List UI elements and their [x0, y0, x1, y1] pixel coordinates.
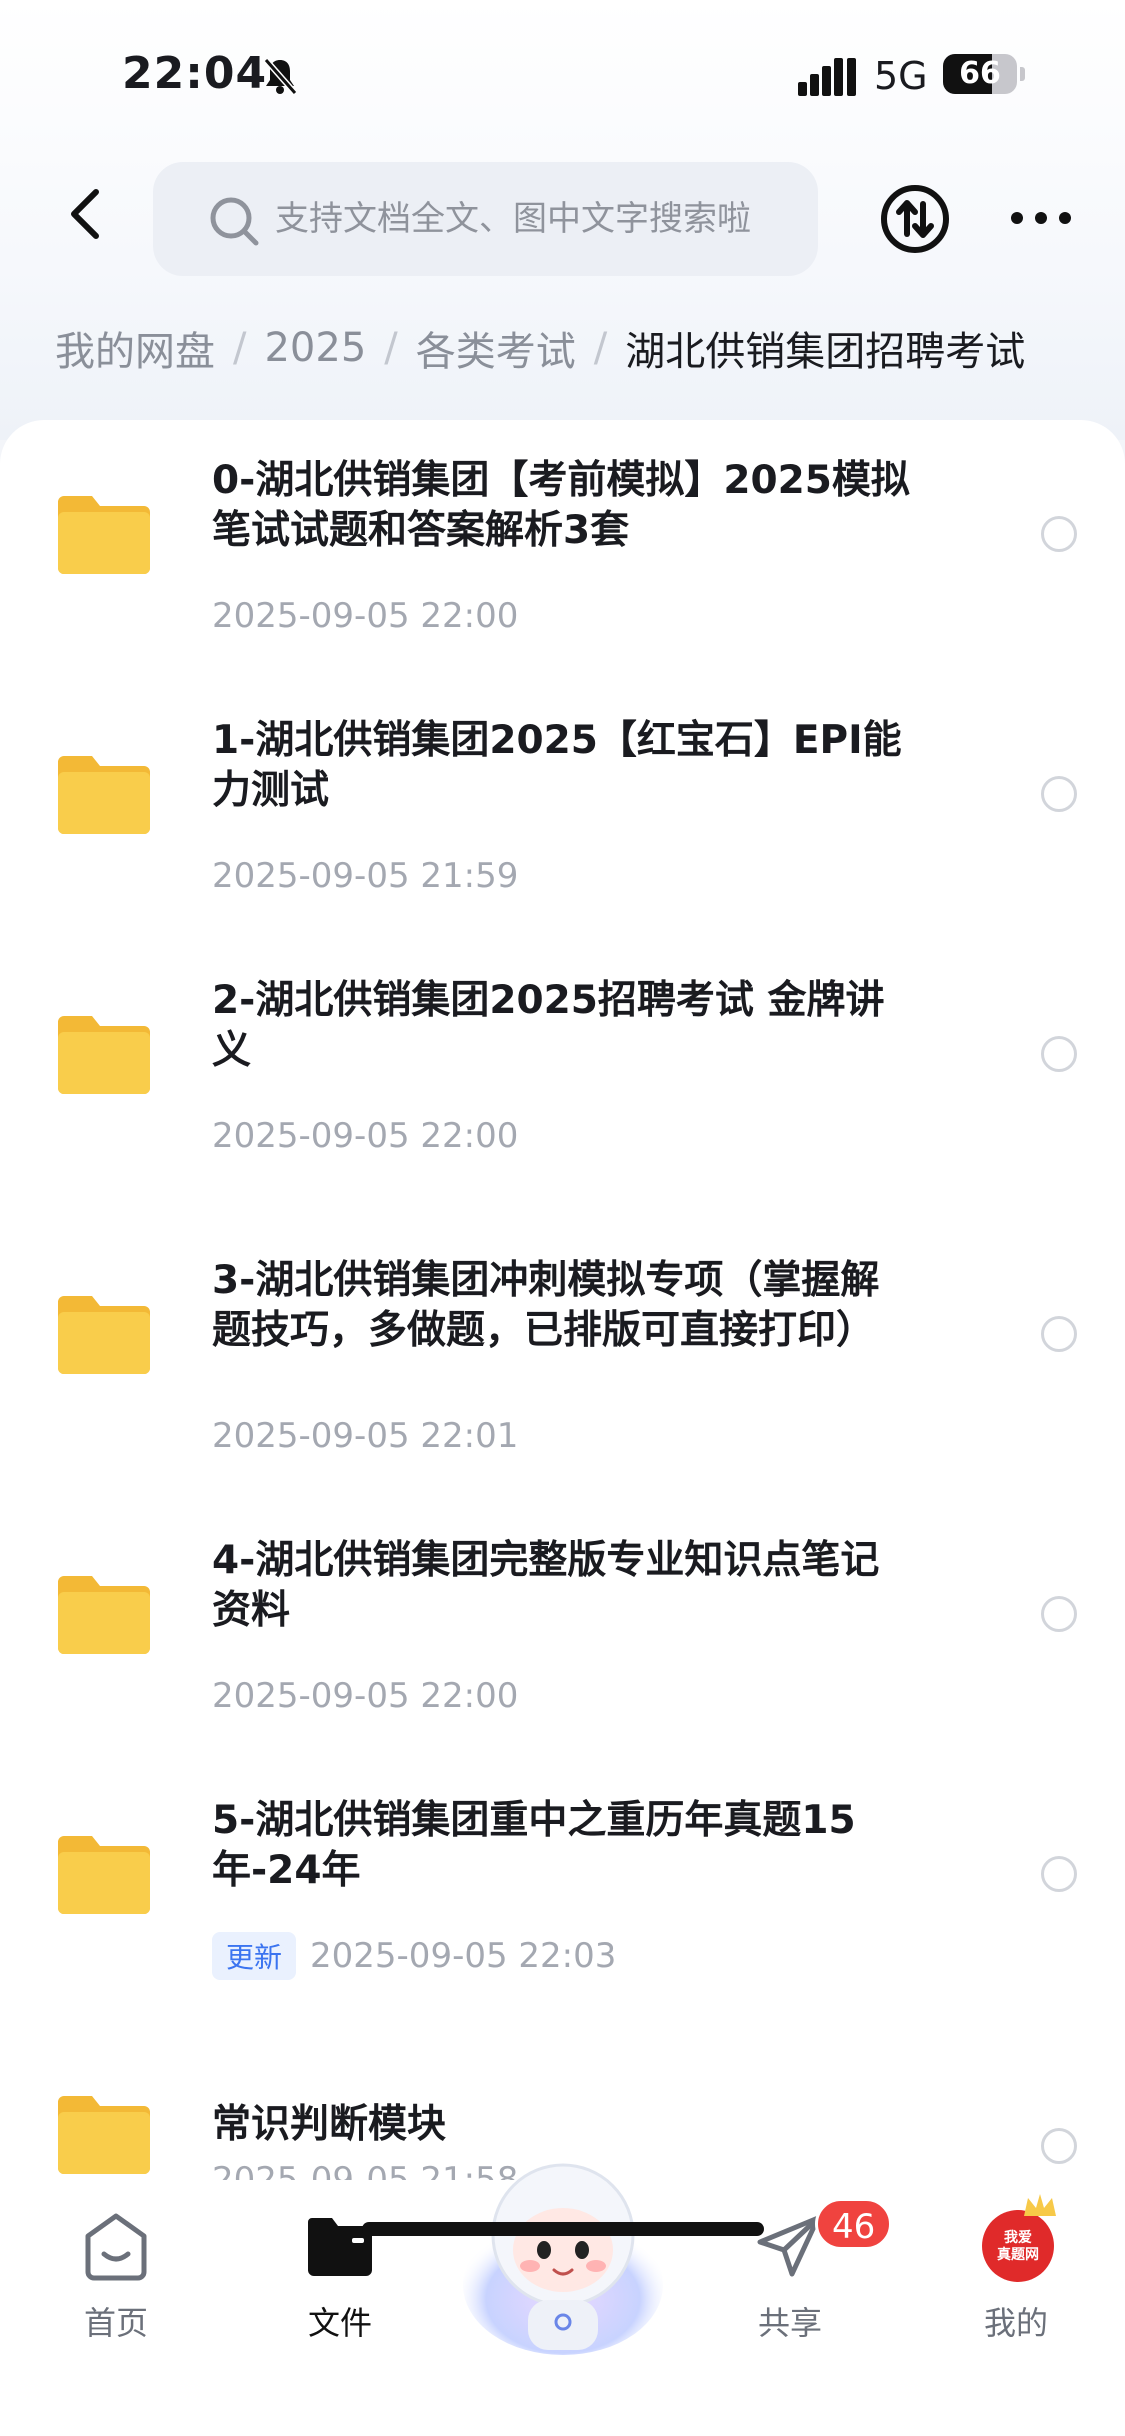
modified-date: 2025-09-05 22:03: [310, 1936, 617, 1976]
folder-name: 2-湖北供销集团2025招聘考试 金牌讲义: [212, 978, 885, 1073]
modified-date: 2025-09-05 22:00: [212, 1116, 519, 1156]
status-time: 22:04: [122, 48, 268, 99]
bottom-nav: 首页 文件 共享 46 我爱 真题网 我的: [0, 2163, 1125, 2436]
modified-date: 2025-09-05 22:00: [212, 596, 519, 636]
status-bar: 22:04 5G 66: [0, 0, 1125, 150]
folder-icon: [58, 496, 150, 574]
select-checkbox[interactable]: [1041, 1856, 1077, 1892]
select-checkbox[interactable]: [1041, 516, 1077, 552]
folder-date: 2025-09-05 22:00: [212, 1676, 518, 1716]
search-input[interactable]: 支持文档全文、图中文字搜索啦: [153, 162, 818, 276]
select-checkbox[interactable]: [1041, 776, 1077, 812]
file-list: 0-湖北供销集团【考前模拟】2025模拟笔试试题和答案解析3套 2025-09-…: [0, 420, 1125, 2200]
breadcrumb-item-current: 湖北供销集团招聘考试: [625, 329, 1026, 375]
folder-name: 4-湖北供销集团完整版专业知识点笔记资料: [212, 1538, 880, 1633]
avatar-text-line2: 真题网: [997, 2247, 1039, 2263]
breadcrumb-item-root[interactable]: 我的网盘: [55, 319, 215, 377]
folder-icon: [308, 2218, 372, 2276]
folder-name: 3-湖北供销集团冲刺模拟专项（掌握解题技巧，多做题，已排版可直接打印）: [212, 1258, 880, 1353]
search-icon: [210, 197, 259, 246]
folder-date: 2025-09-05 22:00: [212, 596, 518, 636]
modified-date: 2025-09-05 22:01: [212, 1416, 519, 1456]
folder-name: 0-湖北供销集团【考前模拟】2025模拟笔试试题和答案解析3套: [212, 458, 910, 553]
folder-date: 2025-09-05 22:01: [212, 1416, 518, 1456]
folder-icon: [58, 1836, 150, 1914]
back-button[interactable]: [60, 184, 110, 244]
select-checkbox[interactable]: [1041, 1316, 1077, 1352]
breadcrumb-item-year[interactable]: 2025: [264, 325, 366, 371]
folder-date: 更新 2025-09-05 22:03: [212, 1932, 616, 1980]
breadcrumb-separator: /: [384, 325, 398, 371]
home-icon: [85, 2213, 147, 2281]
avatar-text-line1: 我爱: [1004, 2230, 1032, 2246]
avatar: 我爱 真题网: [982, 2210, 1054, 2282]
nav-home-label: 首页: [83, 2304, 148, 2342]
network-type: 5G: [874, 54, 928, 98]
folder-date: 2025-09-05 21:59: [212, 856, 518, 896]
breadcrumb: 我的网盘 / 2025 / 各类考试 / 湖北供销集团招聘考试: [55, 318, 1025, 378]
breadcrumb-item-category[interactable]: 各类考试: [416, 319, 576, 377]
select-checkbox[interactable]: [1041, 1036, 1077, 1072]
folder-name: 1-湖北供销集团2025【红宝石】EPI能力测试: [212, 718, 902, 813]
select-checkbox[interactable]: [1041, 2128, 1077, 2164]
modified-date: 2025-09-05 22:00: [212, 1676, 519, 1716]
folder-date: 2025-09-05 22:00: [212, 1116, 518, 1156]
folder-icon: [58, 1576, 150, 1654]
share-count-badge: 46: [815, 2198, 893, 2250]
breadcrumb-separator: /: [593, 325, 608, 371]
battery-icon: 66: [943, 54, 1025, 94]
folder-name: 5-湖北供销集团重中之重历年真题15年-24年: [212, 1798, 856, 1893]
nav-files-label: 文件: [307, 2304, 372, 2342]
select-checkbox[interactable]: [1041, 1596, 1077, 1632]
folder-icon: [58, 1016, 150, 1094]
nav-home[interactable]: 首页: [46, 2210, 186, 2342]
modified-date: 2025-09-05 21:59: [212, 856, 519, 896]
nav-mine[interactable]: 我爱 真题网 我的: [946, 2194, 1086, 2342]
folder-icon: [58, 1296, 150, 1374]
nav-mine-label: 我的: [983, 2304, 1048, 2342]
ai-assistant-mascot-icon[interactable]: [458, 2150, 668, 2360]
update-badge: 更新: [212, 1932, 297, 1980]
folder-name: 常识判断模块: [212, 2102, 447, 2147]
home-indicator: [362, 2222, 764, 2236]
transfer-button[interactable]: [880, 184, 950, 254]
nav-share-label: 共享: [757, 2304, 822, 2342]
breadcrumb-separator: /: [233, 325, 247, 371]
battery-level: 66: [959, 56, 1001, 91]
folder-icon: [58, 2096, 150, 2174]
crown-icon: [1024, 2194, 1056, 2216]
folder-icon: [58, 756, 150, 834]
more-icon[interactable]: [1010, 206, 1072, 230]
search-placeholder: 支持文档全文、图中文字搜索啦: [275, 199, 751, 239]
signal-icon: [798, 58, 856, 96]
bell-muted-icon: [263, 58, 298, 95]
